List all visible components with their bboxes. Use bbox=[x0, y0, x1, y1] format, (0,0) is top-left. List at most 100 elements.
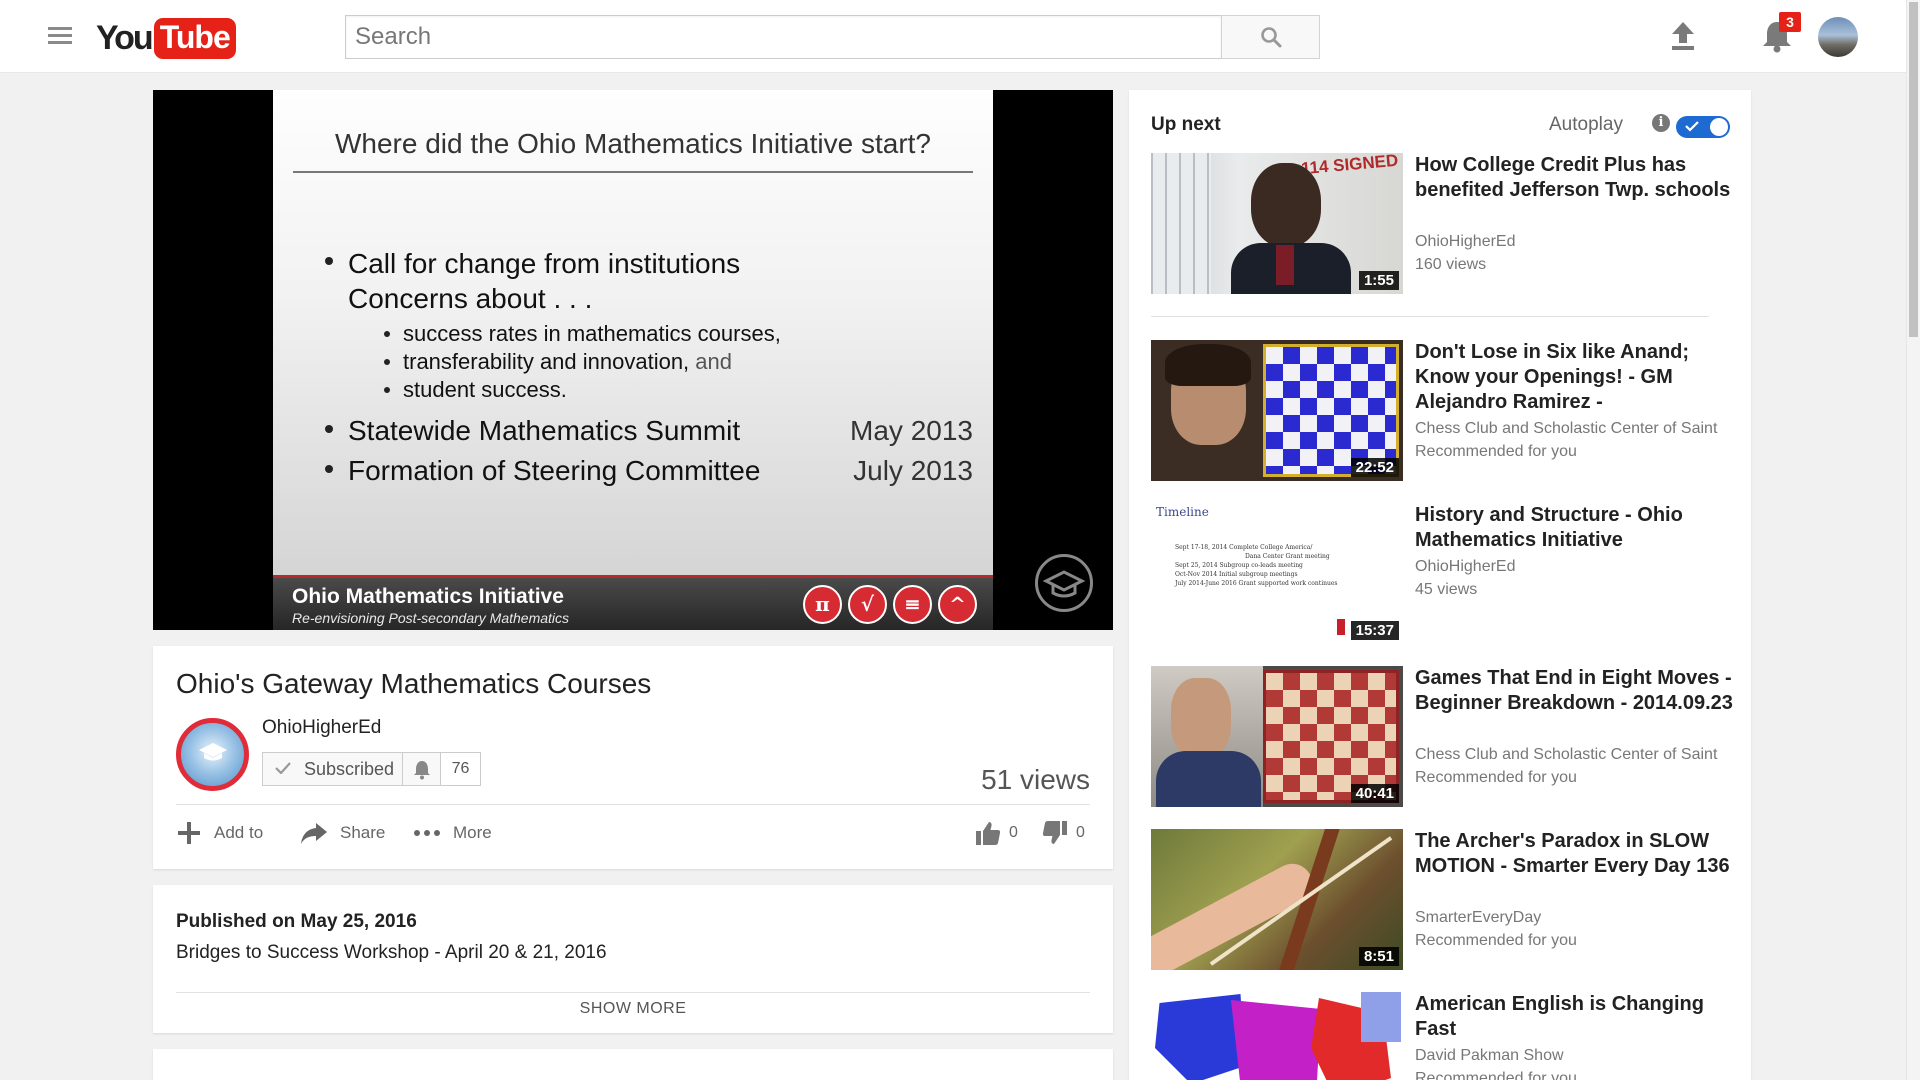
autoplay-toggle[interactable] bbox=[1676, 116, 1730, 138]
slide-bullet-2: Statewide Mathematics Summit bbox=[348, 415, 741, 446]
description-card: Published on May 25, 2016 Bridges to Suc… bbox=[153, 885, 1113, 1033]
slide-bullet-2-date: May 2013 bbox=[850, 415, 973, 446]
recommendation-title[interactable]: Don't Lose in Six like Anand; Know your … bbox=[1415, 340, 1733, 415]
published-date: Published on May 25, 2016 bbox=[176, 911, 417, 932]
subscribe-button[interactable]: Subscribed bbox=[262, 752, 403, 786]
masthead: You Tube 3 bbox=[0, 0, 1906, 73]
video-thumbnail: 40:41 bbox=[1151, 666, 1403, 807]
share-button[interactable]: Share bbox=[300, 817, 385, 849]
timeline-row: Oct-Nov 2014 Initial subgroup meetings bbox=[1175, 571, 1298, 578]
divider bbox=[1151, 316, 1709, 317]
show-more-button[interactable]: SHOW MORE bbox=[153, 1000, 1113, 1018]
person-face bbox=[1171, 678, 1231, 758]
up-next-sidebar: Up next Autoplay i 114 SIGNED 1:55 How C… bbox=[1129, 90, 1751, 1080]
plus-icon bbox=[178, 822, 200, 844]
slide-sub-bullet-2: transferability and innovation, and bbox=[403, 349, 732, 375]
search-icon bbox=[1261, 27, 1282, 48]
recommendation-title[interactable]: Games That End in Eight Moves - Beginner… bbox=[1415, 666, 1733, 716]
dislike-button[interactable]: 0 bbox=[1042, 817, 1085, 849]
add-to-label: Add to bbox=[214, 823, 264, 842]
recommendation-item[interactable]: 114 SIGNED 1:55 How College Credit Plus … bbox=[1151, 153, 1731, 294]
map-region-northeast bbox=[1361, 992, 1401, 1042]
slide-sub-bullet-1: success rates in mathematics courses, bbox=[403, 321, 781, 346]
recommendation-meta: 160 views bbox=[1415, 256, 1487, 273]
channel-watermark-icon[interactable] bbox=[1035, 554, 1093, 612]
recommendation-item[interactable]: 40:41 Games That End in Eight Moves - Be… bbox=[1151, 666, 1733, 807]
root-x-logo-icon: √ bbox=[848, 585, 887, 624]
video-player[interactable]: Where did the Ohio Mathematics Initiativ… bbox=[153, 90, 1113, 630]
person-hair bbox=[1165, 344, 1251, 386]
recommendation-meta: Recommended for you bbox=[1415, 1070, 1577, 1080]
bullet-dot bbox=[325, 257, 333, 265]
guide-menu-icon[interactable] bbox=[48, 27, 72, 47]
more-button[interactable]: More bbox=[413, 817, 492, 849]
divider bbox=[176, 992, 1090, 993]
subscriber-count: 76 bbox=[441, 752, 481, 786]
timeline-row: July 2014-June 2016 Grant supported work… bbox=[1175, 580, 1338, 587]
video-thumbnail: 8:51 bbox=[1151, 829, 1403, 970]
info-icon[interactable]: i bbox=[1652, 114, 1670, 132]
cap-logo-icon: ^ bbox=[938, 585, 977, 624]
recommendation-item[interactable]: 22:52 Don't Lose in Six like Anand; Know… bbox=[1151, 340, 1731, 481]
recommendation-meta: Recommended for you bbox=[1415, 932, 1577, 949]
autoplay-label: Autoplay bbox=[1549, 114, 1623, 135]
subscribe-label: Subscribed bbox=[304, 759, 395, 779]
recommendation-item[interactable]: Timeline Sept 17-18, 2014 Complete Colle… bbox=[1151, 503, 1731, 644]
share-label: Share bbox=[340, 823, 386, 842]
sub-bullet-dot bbox=[384, 387, 390, 393]
recommendation-title[interactable]: American English is Changing Fast bbox=[1415, 992, 1733, 1042]
slide-bullet-1-line2: Concerns about . . . bbox=[348, 283, 593, 314]
more-dots-icon bbox=[414, 830, 440, 836]
upload-icon[interactable] bbox=[1668, 20, 1698, 52]
youtube-logo[interactable]: You Tube bbox=[96, 16, 236, 60]
channel-avatar[interactable] bbox=[176, 718, 249, 791]
subscription-bell-button[interactable] bbox=[403, 752, 441, 786]
dislike-count: 0 bbox=[1076, 824, 1085, 841]
bell-icon bbox=[414, 761, 430, 780]
logo-text-you: You bbox=[96, 18, 154, 57]
recommendation-item[interactable]: 8:51 The Archer's Paradox in SLOW MOTION… bbox=[1151, 829, 1731, 970]
scrollbar-thumb[interactable] bbox=[1909, 2, 1918, 337]
up-next-heading: Up next bbox=[1151, 114, 1221, 135]
recommendation-title[interactable]: How College Credit Plus has benefited Je… bbox=[1415, 153, 1733, 203]
slide-banner: Ohio Mathematics Initiative Re-envisioni… bbox=[273, 575, 993, 630]
slide-bullet-3: Formation of Steering Committee bbox=[348, 455, 761, 486]
divider bbox=[176, 804, 1090, 805]
recommendation-meta: 45 views bbox=[1415, 581, 1478, 598]
search-input[interactable] bbox=[345, 15, 1222, 59]
bullet-dot bbox=[325, 465, 333, 473]
share-arrow-icon bbox=[301, 823, 327, 844]
recommendation-channel: OhioHigherEd bbox=[1415, 558, 1516, 575]
recommendation-item[interactable]: American English is Changing Fast David … bbox=[1151, 992, 1731, 1080]
pi-logo-icon: π bbox=[803, 585, 842, 624]
slide-sub-bullet-2-tail: and bbox=[695, 349, 733, 374]
more-label: More bbox=[453, 823, 492, 842]
slide-sub-bullet-3: student success. bbox=[403, 377, 567, 402]
recommendation-title[interactable]: The Archer's Paradox in SLOW MOTION - Sm… bbox=[1415, 829, 1733, 879]
sub-bullet-dot bbox=[384, 331, 390, 337]
video-frame-slide: Where did the Ohio Mathematics Initiativ… bbox=[273, 90, 993, 630]
description-text: Bridges to Success Workshop - April 20 &… bbox=[176, 942, 607, 963]
video-duration: 1:55 bbox=[1358, 271, 1399, 290]
video-duration: 8:51 bbox=[1358, 947, 1399, 966]
channel-name[interactable]: OhioHigherEd bbox=[262, 717, 381, 739]
like-button[interactable]: 0 bbox=[975, 817, 1018, 849]
recommendation-channel: Chess Club and Scholastic Center of Sain… bbox=[1415, 420, 1718, 437]
check-icon bbox=[1685, 121, 1699, 132]
timeline-row: Sept 25, 2014 Subgroup co-leads meeting bbox=[1175, 562, 1303, 569]
recommendation-meta: Recommended for you bbox=[1415, 443, 1577, 460]
video-title: Ohio's Gateway Mathematics Courses bbox=[176, 668, 652, 699]
account-avatar[interactable] bbox=[1818, 17, 1858, 57]
video-duration: 40:41 bbox=[1350, 784, 1399, 803]
search-button[interactable] bbox=[1221, 15, 1320, 59]
page-scrollbar[interactable] bbox=[1906, 0, 1920, 1080]
bullet-dot bbox=[325, 425, 333, 433]
recommendation-channel: David Pakman Show bbox=[1415, 1047, 1564, 1064]
recommendation-title[interactable]: History and Structure - Ohio Mathematics… bbox=[1415, 503, 1733, 553]
red-mark bbox=[1337, 619, 1345, 635]
person-tie bbox=[1276, 245, 1294, 285]
person-head bbox=[1251, 163, 1321, 247]
add-to-button[interactable]: Add to bbox=[176, 817, 263, 849]
slide-banner-title: Ohio Mathematics Initiative bbox=[292, 585, 564, 608]
timeline-heading: Timeline bbox=[1156, 505, 1209, 519]
